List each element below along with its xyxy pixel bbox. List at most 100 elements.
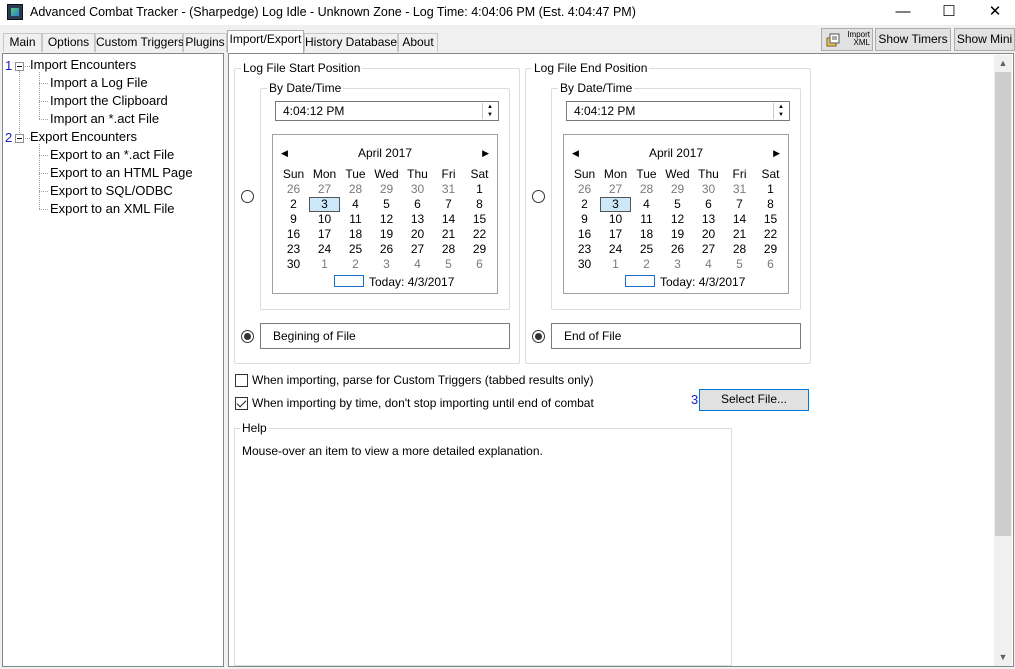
calendar-day[interactable]: 30 [693, 182, 724, 197]
calendar-day[interactable]: 6 [464, 257, 495, 272]
calendar-day[interactable]: 29 [755, 242, 786, 257]
calendar-day[interactable]: 25 [340, 242, 371, 257]
tab-import-export[interactable]: Import/Export [227, 30, 304, 53]
calendar-day[interactable]: 14 [724, 212, 755, 227]
calendar-day[interactable]: 28 [433, 242, 464, 257]
tree-item-export-act-file[interactable]: Export to an *.act File [50, 147, 174, 162]
calendar-day[interactable]: 20 [402, 227, 433, 242]
calendar-day[interactable]: 8 [464, 197, 495, 212]
start-time-picker[interactable]: 4:04:12 PM ▲ ▼ [275, 101, 499, 121]
tree-item-export-html[interactable]: Export to an HTML Page [50, 165, 193, 180]
calendar-day[interactable]: 29 [464, 242, 495, 257]
calendar-day[interactable]: 4 [340, 197, 371, 212]
calendar-day[interactable]: 25 [631, 242, 662, 257]
collapse-icon[interactable] [15, 134, 24, 143]
end-endoffile-radio[interactable] [532, 330, 545, 343]
calendar-day[interactable]: 3 [309, 197, 340, 212]
calendar-day[interactable]: 24 [600, 242, 631, 257]
calendar-day[interactable]: 4 [402, 257, 433, 272]
tree-item-import-act-file[interactable]: Import an *.act File [50, 111, 159, 126]
calendar-day[interactable]: 31 [433, 182, 464, 197]
select-file-button[interactable]: Select File... [699, 389, 809, 411]
calendar-day[interactable]: 21 [724, 227, 755, 242]
tab-plugins[interactable]: Plugins [183, 33, 227, 52]
calendar-day[interactable]: 27 [693, 242, 724, 257]
calendar-day[interactable]: 29 [371, 182, 402, 197]
calendar-day[interactable]: 27 [402, 242, 433, 257]
calendar-day[interactable]: 6 [693, 197, 724, 212]
tree-node-export-encounters[interactable]: Export Encounters [30, 129, 137, 144]
calendar-day[interactable]: 5 [662, 197, 693, 212]
end-position-field[interactable]: End of File [551, 323, 801, 349]
calendar-day[interactable]: 5 [433, 257, 464, 272]
calendar-day[interactable]: 15 [464, 212, 495, 227]
import-xml-button[interactable]: Import XML [821, 28, 873, 51]
start-calendar[interactable]: ◀ April 2017 ▶ Sun Mon Tue Wed Thu Fri Sat 26 27… [272, 134, 498, 294]
calendar-day[interactable]: 3 [600, 197, 631, 212]
calendar-day[interactable]: 7 [433, 197, 464, 212]
calendar-day[interactable]: 2 [569, 197, 600, 212]
calendar-day[interactable]: 20 [693, 227, 724, 242]
calendar-day[interactable]: 28 [724, 242, 755, 257]
calendar-day[interactable]: 12 [662, 212, 693, 227]
calendar-day[interactable]: 26 [662, 242, 693, 257]
start-time-spinner[interactable]: ▲ ▼ [482, 103, 497, 119]
calendar-day[interactable]: 18 [631, 227, 662, 242]
calendar-day[interactable]: 27 [309, 182, 340, 197]
calendar-day[interactable]: 18 [340, 227, 371, 242]
collapse-icon[interactable] [15, 62, 24, 71]
tree-item-import-log-file[interactable]: Import a Log File [50, 75, 148, 90]
parse-triggers-label[interactable]: When importing, parse for Custom Trigger… [252, 373, 593, 387]
calendar-day[interactable]: 17 [309, 227, 340, 242]
calendar-day[interactable]: 7 [724, 197, 755, 212]
calendar-day[interactable]: 10 [309, 212, 340, 227]
close-button[interactable]: ✕ [972, 0, 1015, 25]
calendar-day[interactable]: 5 [371, 197, 402, 212]
end-today-label[interactable]: Today: 4/3/2017 [660, 275, 745, 289]
spin-down-icon[interactable]: ▼ [774, 111, 788, 119]
scroll-down-icon[interactable]: ▼ [994, 649, 1012, 666]
show-mini-button[interactable]: Show Mini [954, 28, 1015, 51]
calendar-day[interactable]: 26 [278, 182, 309, 197]
start-position-field[interactable]: Begining of File [260, 323, 510, 349]
calendar-day[interactable]: 11 [340, 212, 371, 227]
next-month-icon[interactable]: ▶ [482, 145, 489, 161]
vertical-scrollbar[interactable]: ▲ ▼ [994, 55, 1012, 666]
calendar-day[interactable]: 15 [755, 212, 786, 227]
until-end-label[interactable]: When importing by time, don't stop impor… [252, 396, 594, 410]
until-end-checkbox[interactable] [235, 397, 248, 410]
parse-triggers-checkbox[interactable] [235, 374, 248, 387]
show-timers-button[interactable]: Show Timers [875, 28, 951, 51]
calendar-day[interactable]: 28 [340, 182, 371, 197]
calendar-day[interactable]: 6 [755, 257, 786, 272]
calendar-day[interactable]: 11 [631, 212, 662, 227]
minimize-button[interactable]: — [880, 0, 926, 25]
calendar-day[interactable]: 22 [755, 227, 786, 242]
calendar-day[interactable]: 3 [662, 257, 693, 272]
tab-history-database[interactable]: History Database [304, 33, 398, 52]
calendar-day[interactable]: 28 [631, 182, 662, 197]
calendar-day[interactable]: 23 [569, 242, 600, 257]
calendar-day[interactable]: 5 [724, 257, 755, 272]
calendar-day[interactable]: 1 [600, 257, 631, 272]
calendar-day[interactable]: 8 [755, 197, 786, 212]
calendar-day[interactable]: 22 [464, 227, 495, 242]
end-bydate-radio[interactable] [532, 190, 545, 203]
calendar-day[interactable]: 17 [600, 227, 631, 242]
calendar-day[interactable]: 13 [693, 212, 724, 227]
calendar-day[interactable]: 16 [278, 227, 309, 242]
calendar-day[interactable]: 24 [309, 242, 340, 257]
next-month-icon[interactable]: ▶ [773, 145, 780, 161]
calendar-day[interactable]: 9 [278, 212, 309, 227]
calendar-day[interactable]: 21 [433, 227, 464, 242]
tab-custom-triggers[interactable]: Custom Triggers [95, 33, 184, 52]
calendar-day[interactable]: 30 [278, 257, 309, 272]
start-bydate-radio[interactable] [241, 190, 254, 203]
tree-item-import-clipboard[interactable]: Import the Clipboard [50, 93, 168, 108]
calendar-day[interactable]: 19 [371, 227, 402, 242]
calendar-day[interactable]: 19 [662, 227, 693, 242]
calendar-day[interactable]: 2 [631, 257, 662, 272]
spin-up-icon[interactable]: ▲ [483, 103, 497, 111]
calendar-day[interactable]: 26 [569, 182, 600, 197]
calendar-day[interactable]: 4 [693, 257, 724, 272]
